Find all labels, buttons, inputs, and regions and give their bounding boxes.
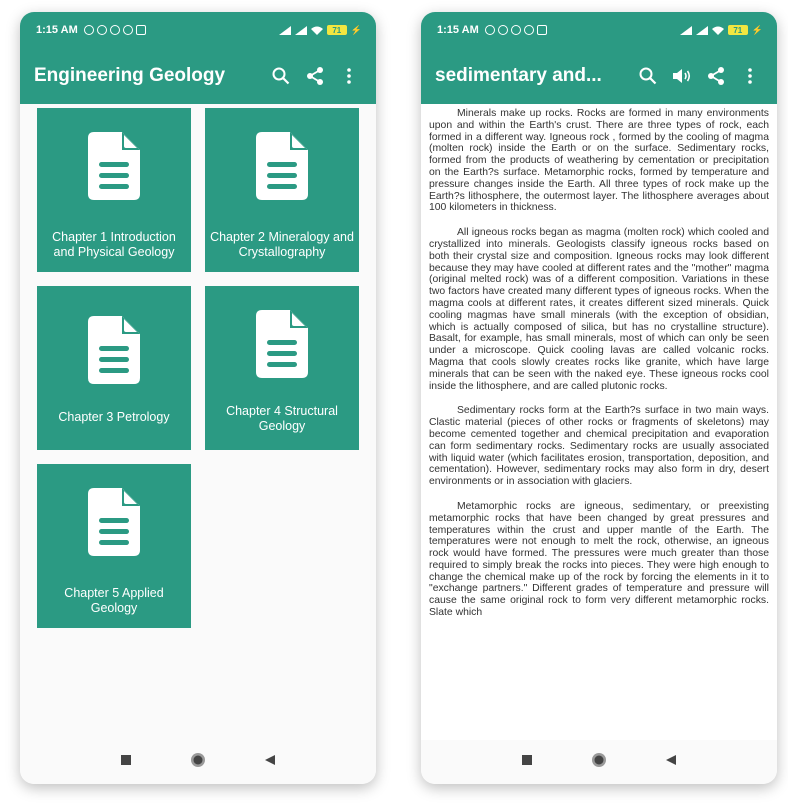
- notification-icon: [523, 25, 534, 35]
- document-icon: [88, 132, 140, 200]
- article-paragraph: All igneous rocks began as magma (molten…: [429, 227, 769, 392]
- chapter-card-1[interactable]: Chapter 1 Introduction and Physical Geol…: [37, 108, 191, 272]
- status-bar: 1:15 AM 71 ⚡: [20, 12, 376, 48]
- share-icon[interactable]: [298, 59, 332, 93]
- home-circle-icon[interactable]: [190, 752, 206, 773]
- more-vert-icon[interactable]: [733, 59, 767, 93]
- signal-icon: [695, 25, 708, 35]
- charging-icon: ⚡: [751, 24, 763, 35]
- back-triangle-icon[interactable]: [264, 753, 276, 771]
- charging-icon: ⚡: [350, 24, 362, 35]
- article-paragraph: Metamorphic rocks are igneous, sedimenta…: [429, 500, 769, 619]
- battery-icon: 71: [727, 25, 748, 35]
- signal-icon: [294, 25, 307, 35]
- chapter-card-4[interactable]: Chapter 4 Structural Geology: [205, 286, 359, 450]
- home-circle-icon[interactable]: [591, 752, 607, 773]
- chapter-label: Chapter 5 Applied Geology: [64, 586, 164, 615]
- chapter-card-5[interactable]: Chapter 5 Applied Geology: [37, 464, 191, 628]
- chapter-label: Chapter 2 Mineralogy and Crystallography: [210, 230, 354, 259]
- document-icon: [88, 488, 140, 556]
- phone-left-screen: 1:15 AM 71 ⚡ Engineering Geology Chapter…: [20, 12, 376, 784]
- phone-right-screen: 1:15 AM 71 ⚡ sedimentary and... Minerals…: [421, 12, 777, 784]
- app-bar: sedimentary and...: [421, 48, 777, 104]
- chapter-label: Chapter 1 Introduction and Physical Geol…: [52, 230, 176, 259]
- notification-icon: [510, 25, 521, 35]
- signal-icon: [679, 25, 692, 35]
- battery-icon: 71: [326, 25, 347, 35]
- system-nav-bar: [20, 740, 376, 784]
- notification-icons: [484, 25, 547, 35]
- status-time: 1:15 AM: [36, 24, 78, 36]
- notification-icons: [83, 25, 146, 35]
- wifi-icon: [711, 26, 724, 35]
- document-icon: [88, 316, 140, 384]
- notification-icon: [122, 25, 133, 35]
- document-icon: [256, 310, 308, 378]
- app-title: Engineering Geology: [34, 65, 226, 86]
- recents-square-icon[interactable]: [521, 753, 533, 771]
- article-paragraph: Minerals make up rocks. Rocks are formed…: [429, 108, 769, 214]
- chapter-card-3[interactable]: Chapter 3 Petrology: [37, 286, 191, 450]
- article-paragraph: Sedimentary rocks form at the Earth?s su…: [429, 405, 769, 488]
- notification-icon: [484, 25, 495, 35]
- wifi-icon: [310, 26, 323, 35]
- system-nav-bar: [421, 740, 777, 784]
- share-icon[interactable]: [699, 59, 733, 93]
- chapter-card-2[interactable]: Chapter 2 Mineralogy and Crystallography: [205, 108, 359, 272]
- page-title: sedimentary and...: [435, 65, 602, 86]
- alarm-icon: [96, 25, 107, 35]
- speaker-icon[interactable]: [665, 59, 699, 93]
- article-content[interactable]: Minerals make up rocks. Rocks are formed…: [421, 104, 777, 740]
- chapter-label: Chapter 4 Structural Geology: [226, 404, 338, 433]
- gallery-icon: [536, 25, 547, 35]
- document-icon: [256, 132, 308, 200]
- notification-icon: [109, 25, 120, 35]
- back-triangle-icon[interactable]: [665, 753, 677, 771]
- app-bar: Engineering Geology: [20, 48, 376, 104]
- search-icon[interactable]: [264, 59, 298, 93]
- alarm-icon: [497, 25, 508, 35]
- status-time: 1:15 AM: [437, 24, 479, 36]
- chapter-label: Chapter 3 Petrology: [58, 410, 170, 424]
- signal-icon: [278, 25, 291, 35]
- notification-icon: [83, 25, 94, 35]
- status-bar: 1:15 AM 71 ⚡: [421, 12, 777, 48]
- gallery-icon: [135, 25, 146, 35]
- recents-square-icon[interactable]: [120, 753, 132, 771]
- search-icon[interactable]: [631, 59, 665, 93]
- more-vert-icon[interactable]: [332, 59, 366, 93]
